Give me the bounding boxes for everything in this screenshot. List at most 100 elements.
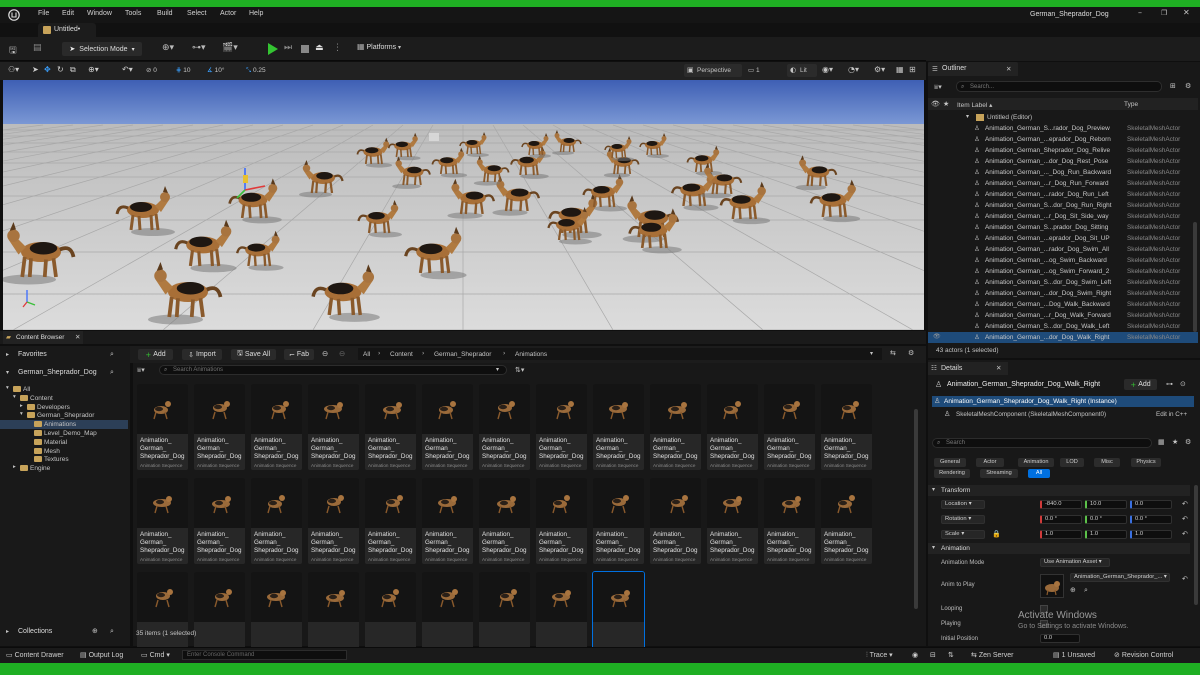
tree-item[interactable]: ▾ Content	[0, 394, 128, 403]
scale-z-field[interactable]: 1.0	[1130, 530, 1172, 539]
close-tab-icon[interactable]: ✕	[1006, 65, 1011, 73]
asset-tile[interactable]	[308, 572, 359, 658]
search-icon[interactable]: ⌕	[110, 627, 114, 636]
translate-icon[interactable]: ✥	[44, 65, 51, 74]
outliner-row[interactable]: 👁♙Animation_German_S...prador_Dog_Sittin…	[928, 222, 1198, 233]
details-scrollbar[interactable]	[1194, 485, 1198, 605]
source-control-icon[interactable]: ⇆	[890, 349, 896, 357]
asset-tile[interactable]	[422, 572, 473, 658]
asset-tile[interactable]: Animation_ German_ Sheprador_Dog Animatio…	[194, 384, 245, 470]
tree-item[interactable]: ▾ German_Sheprador	[0, 411, 128, 420]
search-icon[interactable]: ⌕	[110, 350, 114, 359]
add-component-button[interactable]: + Add	[1124, 379, 1157, 390]
camera-speed-group[interactable]: ⊘ 0	[146, 66, 157, 74]
selection-mode-button[interactable]: ➤ Selection Mode ▾	[62, 42, 142, 56]
filter-rendering[interactable]: Rendering	[934, 469, 970, 478]
asset-search-input[interactable]: ⌕ Search Animations ▾	[159, 365, 507, 375]
maximize-viewport-icon[interactable]: ⊞	[909, 65, 916, 74]
edit-cpp-link[interactable]: Edit in C++	[1156, 411, 1187, 418]
camera-actor-icon[interactable]	[429, 133, 439, 141]
reset-icon[interactable]: ↶	[1182, 500, 1188, 508]
tree-item[interactable]: ▸ Developers	[0, 403, 128, 412]
show-icon[interactable]: ◉▾	[822, 65, 833, 74]
tree-item[interactable]: Animations	[0, 420, 128, 429]
location-x-field[interactable]: -840.0	[1040, 500, 1082, 509]
grid-layout-icon[interactable]: ▦	[896, 65, 904, 74]
outliner-scrollbar[interactable]	[1193, 222, 1197, 332]
visibility-eye-icon[interactable]: 👁	[933, 333, 941, 340]
property-matrix-icon[interactable]: ▦	[1158, 438, 1165, 446]
menu-actor[interactable]: Actor	[220, 10, 236, 17]
outliner-row[interactable]: 👁♙Animation_German_...og_Swim_Forward_2S…	[928, 266, 1198, 277]
asset-tile[interactable]: Animation_ German_ Sheprador_Dog Animatio…	[650, 384, 701, 470]
stop-icon[interactable]	[301, 45, 309, 53]
outliner-settings-icon[interactable]: ⚙	[1185, 82, 1191, 90]
rotation-y-field[interactable]: 0.0 °	[1085, 515, 1127, 524]
derived-data-icon[interactable]: ⇅	[948, 651, 954, 659]
tree-item[interactable]: ▸ Engine	[0, 464, 128, 473]
scale-x-field[interactable]: 1.0	[1040, 530, 1082, 539]
save-all-button[interactable]: 🖫 Save All	[231, 349, 276, 360]
cmd-dropdown[interactable]: ▭ Cmd ▾	[141, 651, 170, 659]
filter-lod[interactable]: LOD	[1060, 458, 1084, 467]
menu-window[interactable]: Window	[87, 10, 112, 17]
close-tab-icon[interactable]: ✕	[996, 364, 1001, 372]
location-dropdown[interactable]: Location ▾	[941, 500, 985, 509]
play-options-icon[interactable]: ⋮	[333, 43, 342, 53]
rotation-snap-group[interactable]: ∡ 10°	[207, 66, 224, 74]
filter-icon[interactable]: ⩸▾	[934, 83, 942, 92]
tree-item[interactable]: Level_Demo_Map	[0, 429, 128, 438]
asset-tile[interactable]: Animation_ German_ Sheprador_Dog Animatio…	[536, 478, 587, 564]
level-tab[interactable]: Untitled•	[38, 23, 96, 37]
breadcrumb-content[interactable]: Content	[390, 351, 413, 358]
outliner-row[interactable]: 👁♙Animation_German_...eprador_Dog_Sit_UP…	[928, 233, 1198, 244]
rotation-x-field[interactable]: 0.0 °	[1040, 515, 1082, 524]
asset-tile[interactable]: Animation_ German_ Sheprador_Dog Animatio…	[593, 384, 644, 470]
favorites-section[interactable]: ▸ Favorites ⌕	[0, 349, 128, 361]
outliner-row[interactable]: 👁♙Animation_German_...rador_Dog_Run_Left…	[928, 189, 1198, 200]
scale-y-field[interactable]: 1.0	[1085, 530, 1127, 539]
asset-tile[interactable]	[251, 572, 302, 658]
revision-control-button[interactable]: ⊘ Revision Control	[1114, 651, 1173, 659]
screenshot-icon[interactable]: ⊟	[930, 651, 936, 659]
asset-tile[interactable]: Animation_ German_ Sheprador_Dog Animatio…	[251, 478, 302, 564]
asset-tile[interactable]	[365, 572, 416, 658]
asset-tile[interactable]: Animation_ German_ Sheprador_Dog Animatio…	[764, 384, 815, 470]
asset-tile[interactable]: Animation_ German_ Sheprador_Dog Animatio…	[479, 384, 530, 470]
tree-item[interactable]: ▾ All	[0, 385, 128, 394]
favorites-star-icon[interactable]: ★	[1172, 438, 1178, 446]
reset-icon[interactable]: ↶	[1182, 575, 1188, 583]
asset-tile[interactable]: Animation_ German_ Sheprador_Dog Animatio…	[821, 384, 872, 470]
zen-server-button[interactable]: ⇆ Zen Server	[971, 651, 1013, 659]
browse-asset-icon[interactable]: ⌕	[1084, 586, 1088, 595]
outliner-row[interactable]: 👁♙Animation_German_S...dor_Dog_Walk_Left…	[928, 321, 1198, 332]
unsaved-button[interactable]: ▤ 1 Unsaved	[1053, 651, 1095, 659]
asset-tile[interactable]: Animation_ German_ Sheprador_Dog Animatio…	[137, 478, 188, 564]
platforms-button[interactable]: ▦ Platforms ▾	[357, 42, 413, 56]
settings-gear-icon[interactable]: ⚙	[908, 349, 914, 357]
outliner-row[interactable]: 👁♙Animation_German_S...dor_Dog_Run_Right…	[928, 200, 1198, 211]
chevron-down-icon[interactable]: ▾	[870, 350, 873, 357]
outliner-row[interactable]: 👁♙Animation_German_..._Dog_Run_BackwardS…	[928, 167, 1198, 178]
layout-button[interactable]: ▭ 1	[748, 66, 760, 74]
filter-actor[interactable]: Actor	[976, 458, 1004, 467]
close-icon[interactable]: ✕	[1183, 8, 1190, 17]
surface-snap-icon[interactable]: ↶▾	[122, 65, 133, 74]
asset-tile[interactable]: Animation_ German_ Sheprador_Dog Animatio…	[422, 478, 473, 564]
outliner-search-input[interactable]: ⌕ Search...	[956, 81, 1162, 92]
perspective-button[interactable]: ▣ Perspective	[684, 64, 742, 77]
asset-tile[interactable]	[536, 572, 587, 658]
select-icon[interactable]: ➤	[32, 65, 39, 74]
blueprint-icon[interactable]: ⊶▾	[192, 43, 206, 53]
asset-tile[interactable]: Animation_ German_ Sheprador_Dog Animatio…	[593, 478, 644, 564]
play-icon[interactable]	[267, 43, 278, 55]
filter-physics[interactable]: Physics	[1131, 458, 1161, 467]
maximize-icon[interactable]: ❐	[1161, 9, 1167, 17]
asset-tile[interactable]: Animation_ German_ Sheprador_Dog Animatio…	[365, 384, 416, 470]
sort-icon[interactable]: ⇅▾	[515, 366, 524, 374]
close-tab-icon[interactable]: ✕	[75, 333, 80, 341]
asset-tile[interactable]: Animation_ German_ Sheprador_Dog Animatio…	[422, 384, 473, 470]
menu-tools[interactable]: Tools	[125, 10, 141, 17]
more-icon[interactable]: ⊙	[1180, 380, 1186, 388]
outliner-row[interactable]: 👁♙Animation_German_S...dor_Dog_Swim_Left…	[928, 277, 1198, 288]
